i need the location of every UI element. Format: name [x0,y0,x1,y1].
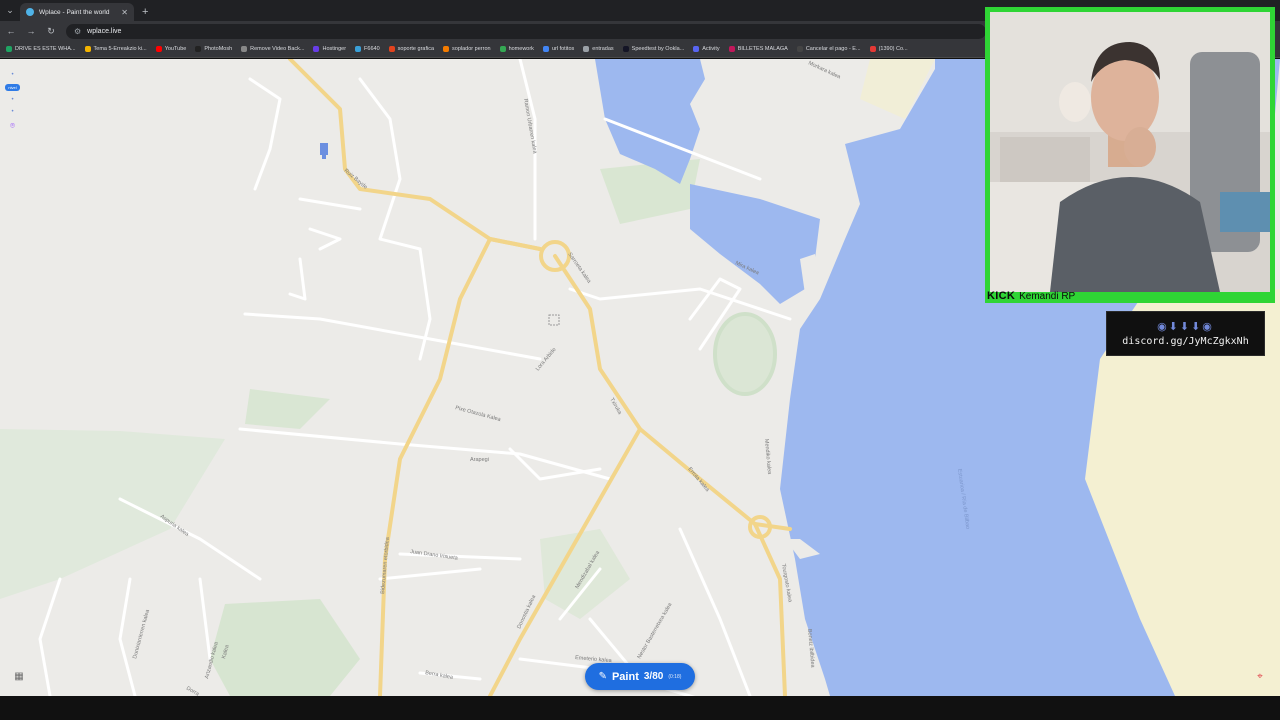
browser-tab-active[interactable]: Wplace - Paint the world ✕ [20,3,134,21]
bookmark-label: soplador perron [452,46,491,52]
bottom-bar [0,696,1280,720]
bookmark-item[interactable]: soporte grafica [388,46,435,52]
locate-icon[interactable]: ⌖ [1252,668,1268,684]
new-tab-icon[interactable]: + [142,6,148,18]
paint-label: Paint [611,670,639,683]
bookmark-favicon-icon [388,46,395,52]
bookmark-label: Tema 5-Erreakzio ki... [93,46,147,52]
bookmark-item[interactable]: Hostinger [313,46,346,52]
close-tab-icon[interactable]: ✕ [121,8,128,17]
bookmark-label: BILLETES MALAGA [737,46,788,52]
reload-icon[interactable]: ↻ [46,26,56,37]
wplace-favicon-icon [26,8,34,16]
bookmark-item[interactable]: (1390) Co... [869,46,908,52]
street-label: Arapegi [470,457,489,463]
paint-button[interactable]: ✎ Paint 3/80 (0:18) [585,663,695,690]
discord-link: discord.gg/JyMcZgkxNh [1122,336,1249,347]
bookmark-label: soporte grafica [397,46,435,52]
webcam-overlay: KICK Kemandi RP [985,7,1275,303]
bookmark-favicon-icon [622,46,629,52]
bookmark-item[interactable]: PhotoMosh [195,46,232,52]
bookmark-favicon-icon [728,46,735,52]
bookmark-label: PhotoMosh [204,46,233,52]
layers-icon[interactable]: ▦ [11,668,27,684]
menu-dot-icon[interactable]: • [11,97,13,103]
site-info-icon[interactable]: ⚙ [74,27,81,36]
bookmark-label: Activity [702,46,720,52]
bookmark-favicon-icon [796,46,803,52]
bookmark-item[interactable]: entradas [583,46,614,52]
bookmark-item[interactable]: F6640 [355,46,380,52]
bookmark-item[interactable]: homework [499,46,534,52]
tab-search-icon[interactable]: ⌄ [0,0,20,21]
forward-icon[interactable]: → [26,26,36,36]
brush-icon: ✎ [598,671,607,682]
bookmark-label: homework [508,46,534,52]
bookmark-favicon-icon [542,46,549,52]
bookmark-favicon-icon [313,46,320,52]
bookmark-item[interactable]: url fotitos [542,46,575,52]
back-icon[interactable]: ← [6,26,16,36]
bookmark-label: Remove Video Back... [250,46,305,52]
bookmark-favicon-icon [355,46,362,52]
bookmark-item[interactable]: Speedtest by Ookla... [622,46,685,52]
discord-panel: ◉⬇⬇⬇◉ discord.gg/JyMcZgkxNh [1106,311,1265,356]
bookmark-favicon-icon [583,46,590,52]
bookmark-favicon-icon [6,46,12,52]
bookmark-label: YouTube [164,46,187,52]
bookmark-label: Hostinger [322,46,347,52]
bookmark-label: DRIVE ES ESTE WHA... [15,46,76,52]
level-badge[interactable]: nivel [5,84,20,91]
kick-logo: KICK [987,290,1016,302]
menu-dot-icon[interactable]: • [11,109,13,115]
bookmark-item[interactable]: YouTube [155,46,187,52]
bookmark-item[interactable]: Tema 5-Erreakzio ki... [84,46,147,52]
zoom-dot-icon[interactable]: • [11,72,13,78]
discord-icons: ◉⬇⬇⬇◉ [1157,321,1214,333]
tab-title: Wplace - Paint the world [39,8,110,16]
streamer-name: Kemandi RP [1019,290,1076,302]
bookmark-favicon-icon [155,46,162,52]
paint-timer: (0:18) [668,673,682,680]
bookmark-label: (1390) Co... [878,46,908,52]
address-bar[interactable]: ⚙ wplace.live [66,23,986,39]
bookmark-item[interactable]: BILLETES MALAGA [728,46,788,52]
twitch-icon[interactable]: ⌾ [10,121,15,131]
bookmark-label: entradas [592,46,614,52]
bookmark-favicon-icon [693,46,700,52]
bookmark-label: url fotitos [551,46,575,52]
bookmark-item[interactable]: Activity [693,46,720,52]
bookmark-item[interactable]: Remove Video Back... [241,46,304,52]
left-controls: • nivel • • ⌾ [5,72,20,131]
bookmark-favicon-icon [443,46,450,52]
bookmark-favicon-icon [84,46,91,52]
screen: ⌄ Wplace - Paint the world ✕ + ← → ↻ ⚙ w… [0,0,1280,720]
bookmark-item[interactable]: Cancelar el pago - E... [796,46,861,52]
webcam-feed [990,12,1270,292]
bookmark-favicon-icon [869,46,876,52]
bookmark-favicon-icon [241,46,248,52]
url-text: wplace.live [87,27,122,35]
bookmark-item[interactable]: soplador perron [443,46,491,52]
bookmark-favicon-icon [499,46,506,52]
paint-charges: 3/80 [643,671,664,682]
bookmark-label: Cancelar el pago - E... [805,46,861,52]
bookmark-label: Speedtest by Ookla... [631,46,685,52]
bookmark-favicon-icon [195,46,202,52]
kick-branding: KICK Kemandi RP [987,290,1075,302]
bookmark-item[interactable]: DRIVE ES ESTE WHA... [6,46,76,52]
bookmark-label: F6640 [364,46,380,52]
